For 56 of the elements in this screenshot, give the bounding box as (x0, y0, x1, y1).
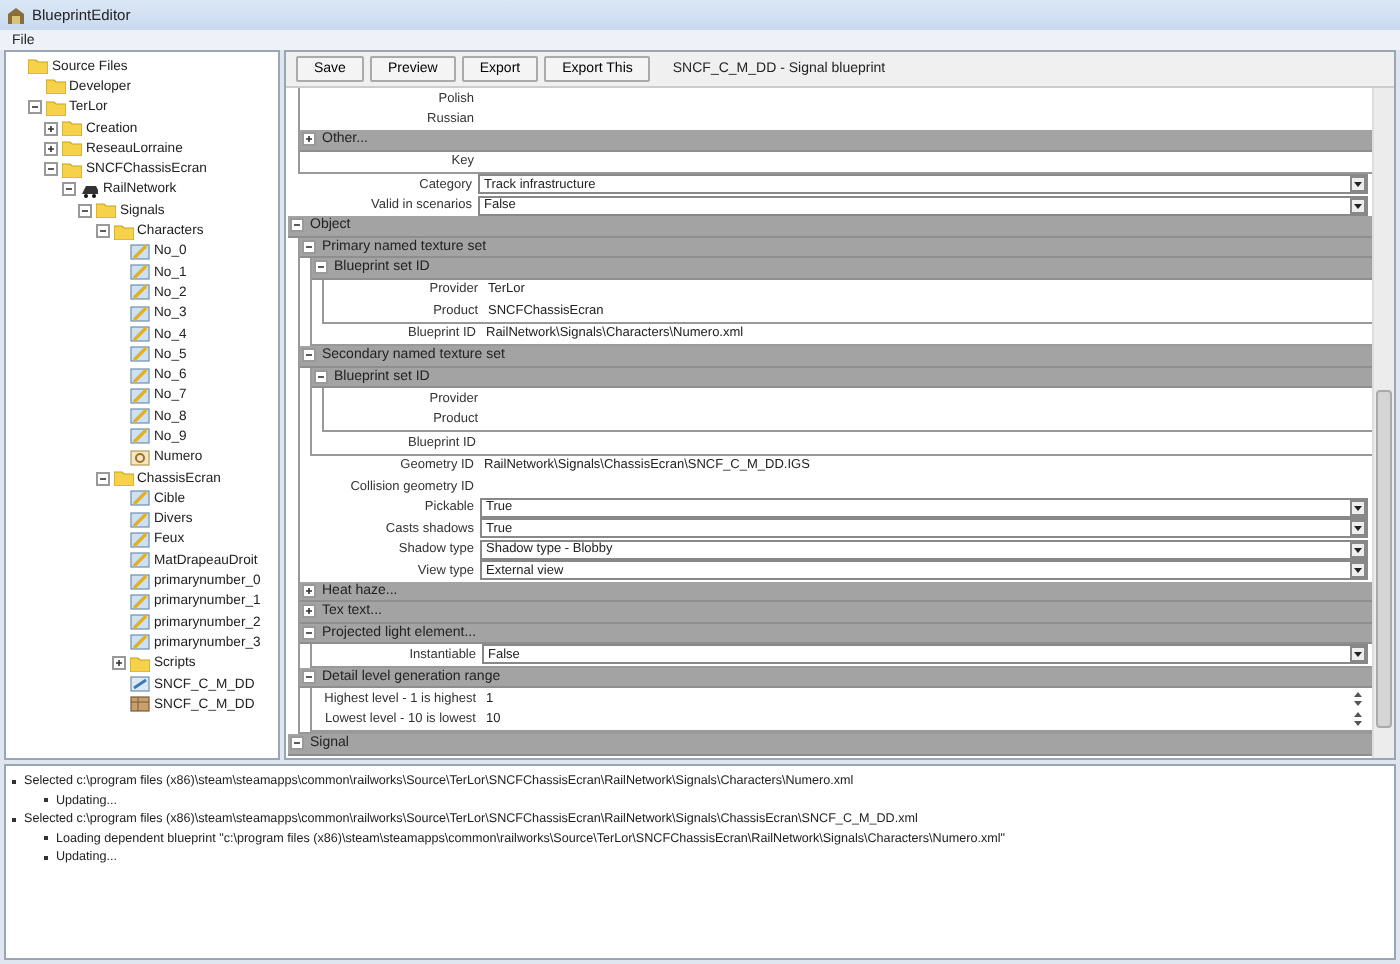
collapse-icon[interactable] (314, 369, 328, 384)
dropdown-arrow-icon[interactable] (1350, 562, 1366, 579)
document-icon (130, 531, 150, 548)
box-icon (130, 696, 150, 713)
document-icon (130, 264, 150, 281)
collapse-icon[interactable] (302, 348, 316, 363)
app-icon (6, 5, 26, 25)
collapse-icon[interactable] (290, 736, 304, 751)
document-icon (130, 511, 150, 528)
expand-icon[interactable] (302, 604, 316, 619)
collapse-icon[interactable] (78, 203, 92, 218)
collapse-icon[interactable] (61, 182, 75, 197)
dropdown-arrow-icon[interactable] (1350, 197, 1366, 214)
document-icon (130, 490, 150, 507)
train-icon (79, 181, 99, 198)
dropdown-arrow-icon[interactable] (1350, 541, 1366, 558)
collapse-icon[interactable] (290, 218, 304, 233)
folder-icon (130, 655, 150, 672)
gear-icon (130, 449, 150, 466)
document-icon (130, 428, 150, 445)
collapse-icon[interactable] (95, 471, 109, 486)
document-icon (130, 552, 150, 569)
document-icon (130, 326, 150, 342)
document-icon (130, 284, 150, 301)
scrollbar[interactable] (1372, 88, 1394, 758)
dropdown-arrow-icon[interactable] (1350, 176, 1366, 193)
document-icon (130, 243, 150, 260)
document-icon (130, 367, 150, 384)
document-icon (130, 408, 150, 425)
expand-icon[interactable] (44, 121, 58, 136)
collapse-icon[interactable] (302, 669, 316, 684)
signal-icon (130, 676, 150, 693)
document-icon (130, 614, 150, 631)
document-icon (130, 593, 150, 610)
scrollbar-thumb[interactable] (1376, 389, 1392, 729)
spin-arrows-icon[interactable] (1352, 710, 1364, 729)
spin-arrows-icon[interactable] (1352, 689, 1364, 708)
document-icon (130, 305, 150, 322)
expand-icon[interactable] (112, 656, 126, 671)
expand-icon[interactable] (302, 583, 316, 598)
collapse-icon[interactable] (302, 239, 316, 254)
expand-icon[interactable] (302, 132, 316, 147)
dropdown-arrow-icon[interactable] (1350, 520, 1366, 537)
collapse-icon[interactable] (44, 162, 58, 177)
document-icon (130, 387, 150, 404)
expand-icon[interactable] (44, 141, 58, 156)
dropdown-arrow-icon[interactable] (1350, 646, 1366, 663)
collapse-icon[interactable] (27, 100, 41, 115)
document-icon (130, 634, 150, 651)
document-icon (130, 573, 150, 590)
folder-icon (113, 470, 133, 487)
dropdown-arrow-icon[interactable] (1350, 499, 1366, 516)
collapse-icon[interactable] (314, 260, 328, 275)
collapse-icon[interactable] (95, 224, 109, 239)
collapse-icon[interactable] (302, 625, 316, 640)
document-icon (130, 346, 150, 363)
